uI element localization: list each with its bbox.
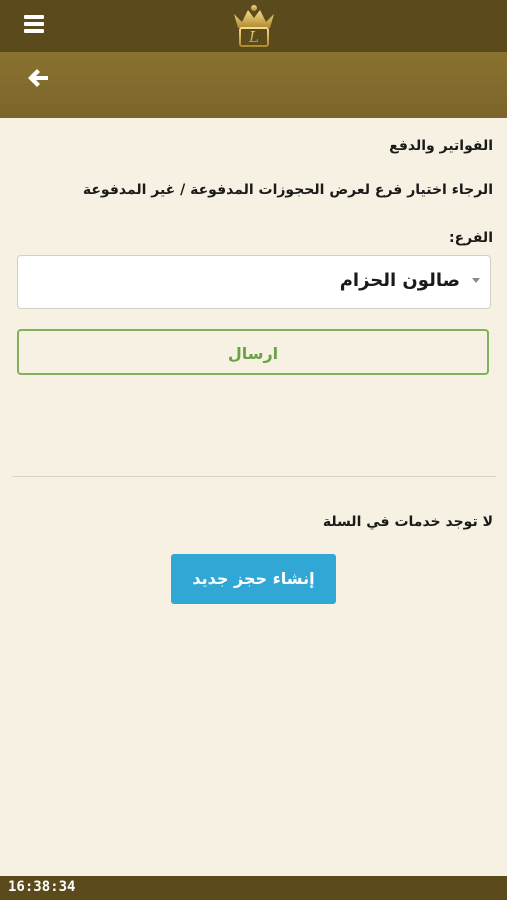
arrow-left-icon[interactable] xyxy=(24,64,52,92)
chevron-down-icon xyxy=(472,278,480,283)
divider xyxy=(12,476,496,477)
footer-bar: 16:38:34 xyxy=(0,876,507,900)
svg-text:L: L xyxy=(248,28,259,46)
section-title: الفواتير والدفع xyxy=(389,138,493,154)
clock-time: 16:38:34 xyxy=(8,879,76,895)
sub-header-bar xyxy=(0,52,507,118)
crown-logo-icon: L xyxy=(226,2,282,50)
branch-select[interactable]: صالون الحزام xyxy=(17,255,491,309)
new-booking-button[interactable]: إنشاء حجز جديد xyxy=(171,554,336,604)
send-button[interactable]: ارسال xyxy=(17,329,489,375)
top-bar: L xyxy=(0,0,507,52)
hamburger-menu-icon[interactable] xyxy=(22,12,48,38)
empty-cart-message: لا توجد خدمات في السلة xyxy=(322,514,493,530)
branch-select-value: صالون الحزام xyxy=(339,270,460,291)
instruction-text: الرجاء اختيار فرع لعرض الحجوزات المدفوعة… xyxy=(82,182,493,198)
branch-label: الفرع: xyxy=(448,230,493,246)
